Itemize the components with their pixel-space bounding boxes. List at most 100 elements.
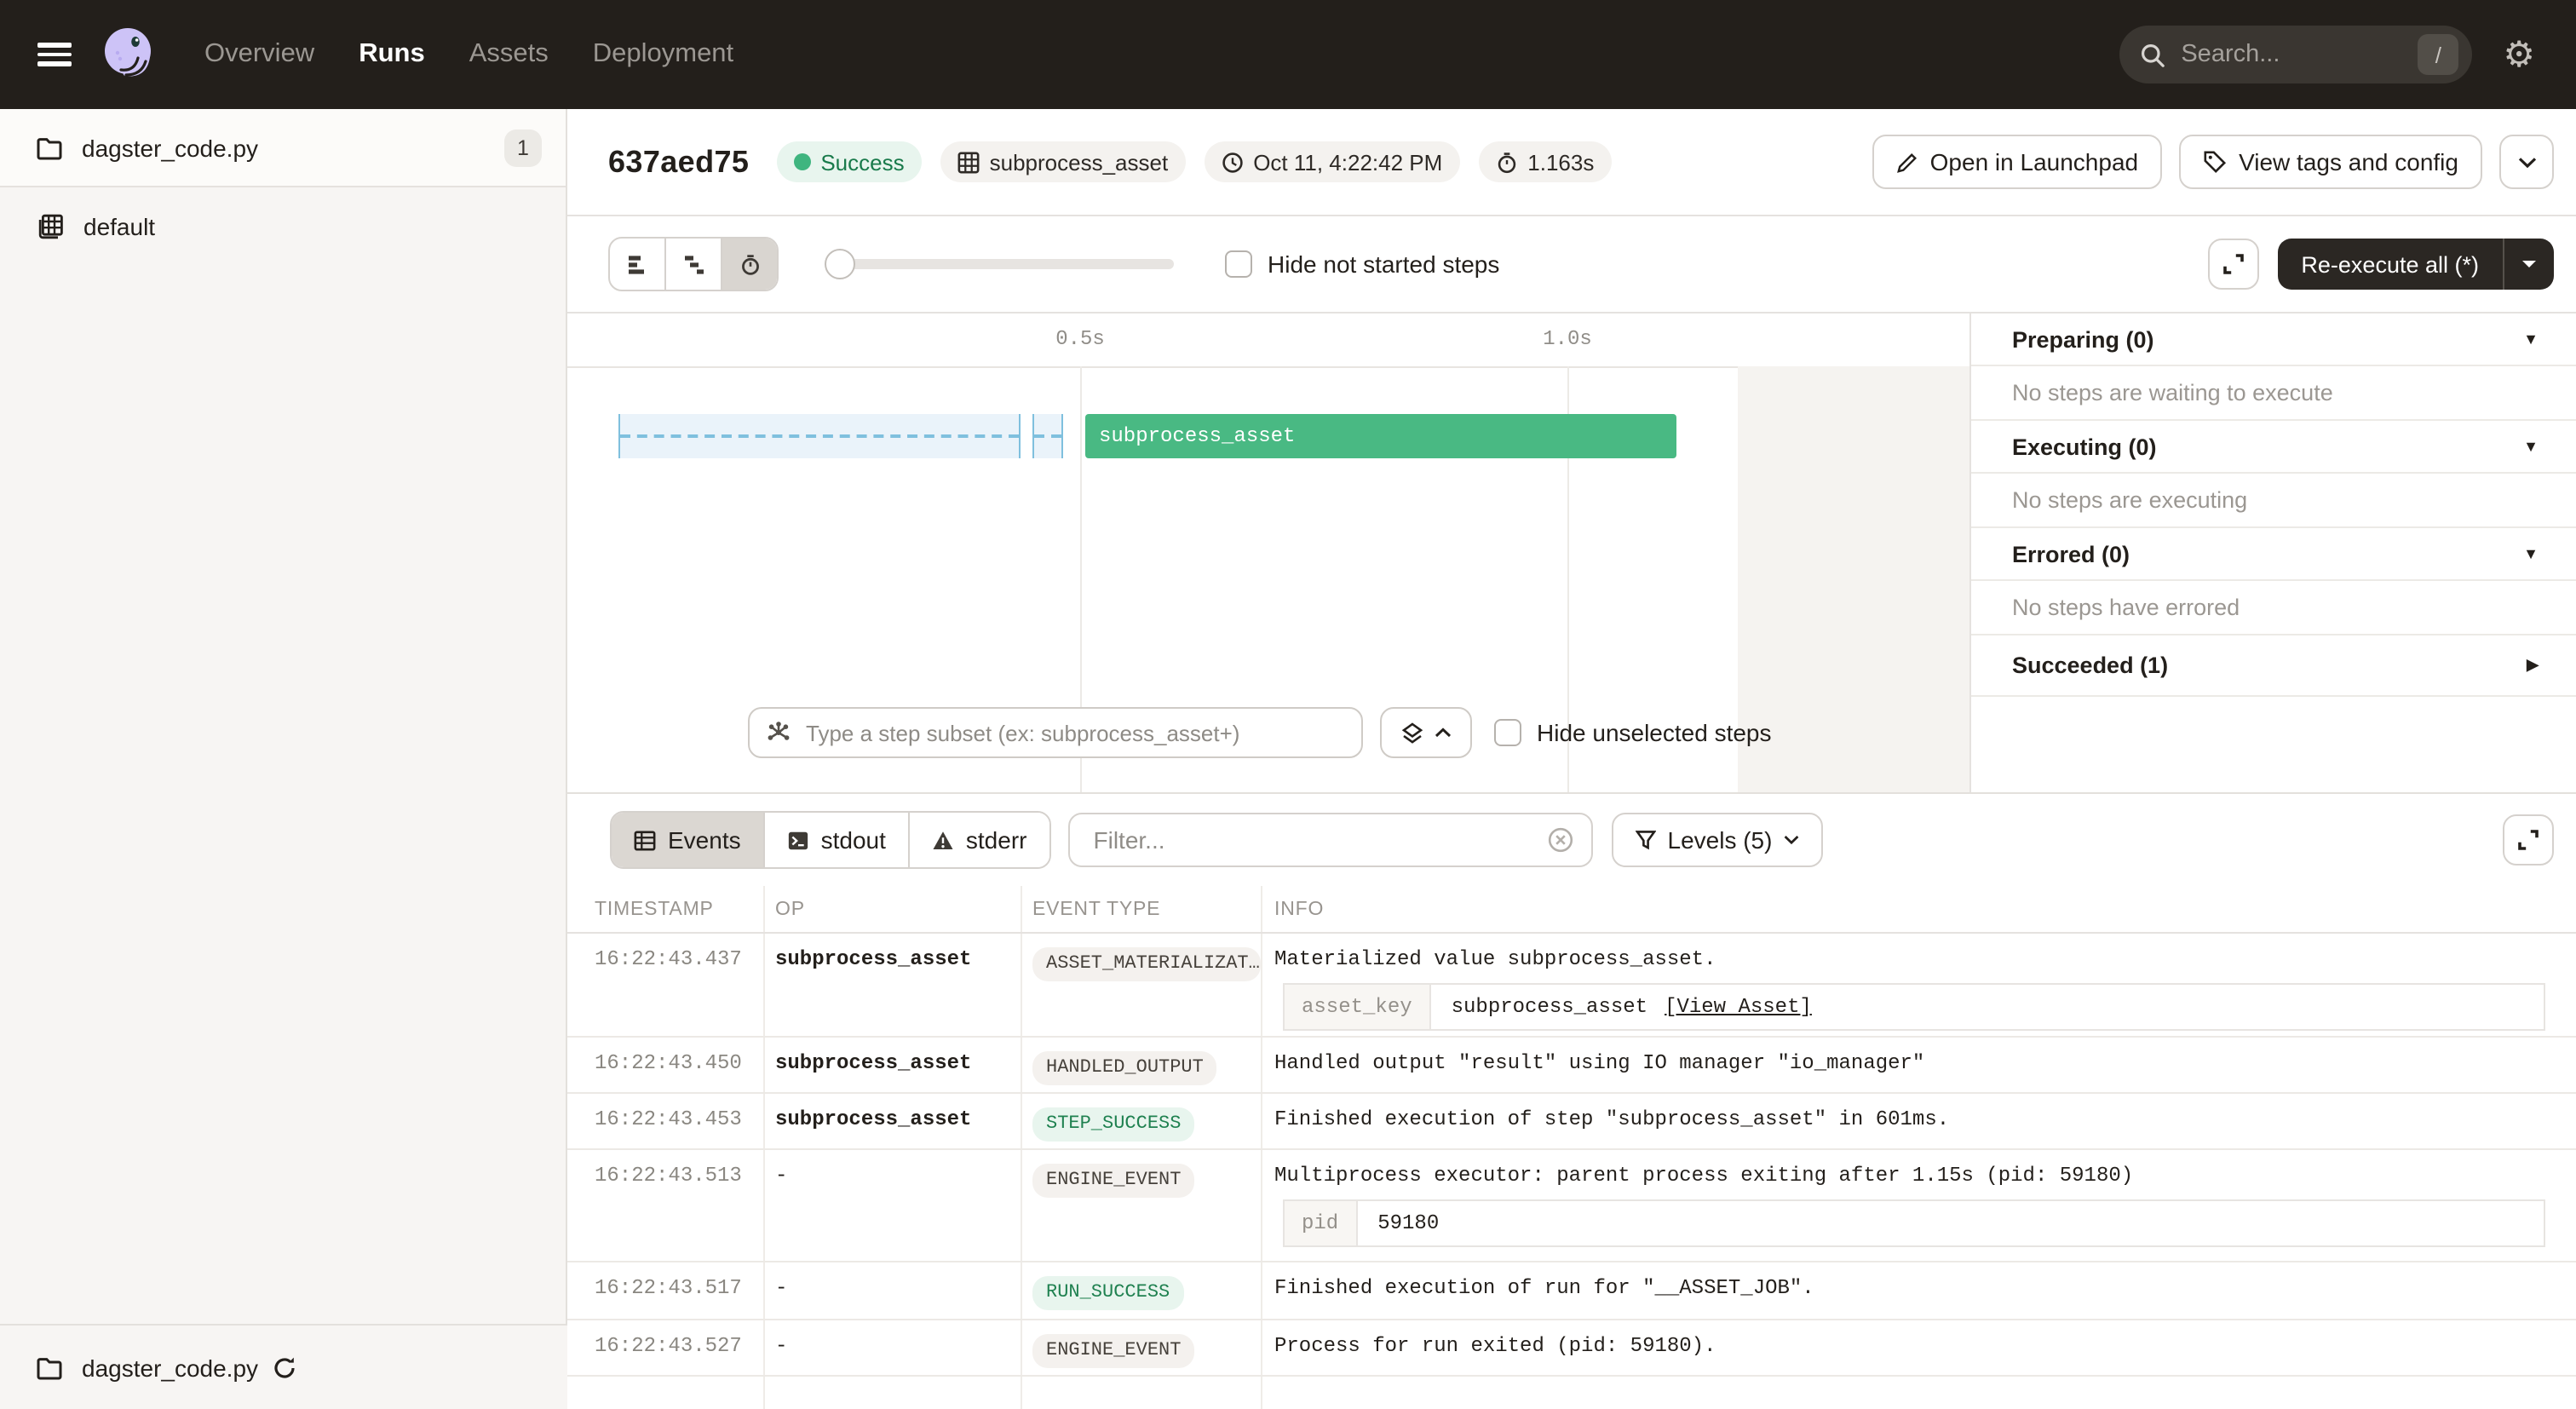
chevron-down-icon <box>1784 835 1799 845</box>
event-type-badge: ENGINE_EVENT <box>1032 1164 1194 1198</box>
layers-icon <box>1401 722 1422 744</box>
event-row[interactable]: 16:22:43.437 subprocess_asset ASSET_MATE… <box>567 934 2576 1038</box>
step-subset-input-wrap <box>748 707 1363 758</box>
top-nav: Overview Runs Assets Deployment Search..… <box>0 0 2576 109</box>
col-op: OP <box>765 886 1022 932</box>
caret-down-icon: ▼ <box>2523 545 2539 562</box>
event-type-badge: RUN_SUCCESS <box>1032 1276 1183 1310</box>
slider-handle[interactable] <box>825 249 855 279</box>
gear-icon[interactable]: ⚙ <box>2503 37 2535 72</box>
sidebar-item-code-location[interactable]: dagster_code.py 1 <box>0 109 566 187</box>
hide-not-started-label: Hide not started steps <box>1268 250 1499 278</box>
dagster-logo[interactable] <box>99 24 160 85</box>
caret-down-icon <box>2521 259 2537 269</box>
levels-filter-button[interactable]: Levels (5) <box>1612 813 1824 867</box>
reexecute-all-button[interactable]: Re-execute all (*) <box>2277 239 2554 290</box>
panel-section-preparing[interactable]: Preparing (0) ▼ <box>1971 313 2576 366</box>
step-subset-input[interactable] <box>802 718 1344 747</box>
pencil-icon <box>1896 151 1918 173</box>
sidebar-item-job-default[interactable]: default <box>0 203 566 250</box>
nav-item-overview[interactable]: Overview <box>204 39 314 70</box>
gantt-step-bar[interactable]: subprocess_asset <box>1085 414 1676 458</box>
event-info-text: Process for run exited (pid: 59180). <box>1262 1320 2576 1375</box>
log-filter-input-wrap <box>1068 813 1593 867</box>
panel-empty-executing: No steps are executing <box>1971 474 2576 528</box>
nav-links: Overview Runs Assets Deployment <box>204 39 733 70</box>
refresh-icon[interactable] <box>272 1355 296 1379</box>
job-icon <box>37 213 65 240</box>
run-count-badge: 1 <box>504 129 542 166</box>
view-tags-config-button[interactable]: View tags and config <box>2179 135 2482 189</box>
tab-events[interactable]: Events <box>612 813 765 867</box>
nav-item-runs[interactable]: Runs <box>359 39 425 70</box>
warning-icon <box>932 829 954 851</box>
search-input[interactable]: Search... / <box>2119 26 2472 83</box>
view-waterfall-icon[interactable] <box>666 239 722 290</box>
expand-icon <box>2516 828 2540 852</box>
panel-section-errored[interactable]: Errored (0) ▼ <box>1971 528 2576 581</box>
log-tabs: Events stdout stderr <box>610 811 1051 869</box>
hide-unselected-checkbox[interactable] <box>1494 719 1521 746</box>
zoom-slider[interactable] <box>825 249 1174 279</box>
panel-section-executing[interactable]: Executing (0) ▼ <box>1971 421 2576 474</box>
gantt-tick-0-5s: 0.5s <box>1055 327 1105 351</box>
view-timed-icon[interactable] <box>722 239 777 290</box>
hamburger-menu-icon[interactable] <box>37 43 72 66</box>
event-row[interactable]: 16:22:43.517 - RUN_SUCCESS Finished exec… <box>567 1262 2576 1320</box>
caret-down-icon: ▼ <box>2523 438 2539 455</box>
tab-stdout[interactable]: stdout <box>765 813 910 867</box>
event-info-text: Multiprocess executor: parent process ex… <box>1274 1164 2576 1188</box>
event-info-text: Finished execution of step "subprocess_a… <box>1262 1094 2576 1148</box>
event-row[interactable]: 16:22:43.527 - ENGINE_EVENT Process for … <box>567 1320 2576 1377</box>
open-in-launchpad-button[interactable]: Open in Launchpad <box>1872 135 2162 189</box>
event-metadata-table: asset_key subprocess_asset[View Asset] <box>1283 983 2545 1031</box>
view-flat-icon[interactable] <box>610 239 666 290</box>
step-subset-row: Hide unselected steps <box>748 707 1772 758</box>
event-row[interactable]: 16:22:43.450 subprocess_asset HANDLED_OU… <box>567 1038 2576 1094</box>
clear-icon[interactable] <box>1547 826 1574 854</box>
start-time-chip: Oct 11, 4:22:42 PM <box>1204 141 1459 182</box>
panel-empty-errored: No steps have errored <box>1971 581 2576 635</box>
events-section: Events stdout stderr <box>567 792 2576 1409</box>
terminal-icon <box>787 829 809 851</box>
footer-location-label: dagster_code.py <box>82 1354 258 1381</box>
gantt-toolbar: Hide not started steps Re-execute all (*… <box>567 216 2576 313</box>
event-info-text: Finished execution of run for "__ASSET_J… <box>1262 1262 2576 1319</box>
event-row[interactable]: 16:22:43.513 - ENGINE_EVENT Multiprocess… <box>567 1150 2576 1262</box>
asset-tag-chip[interactable]: subprocess_asset <box>940 141 1186 182</box>
folder-icon <box>36 135 63 159</box>
run-actions-menu-button[interactable] <box>2499 135 2554 189</box>
caret-up-icon <box>1434 728 1451 738</box>
search-icon <box>2140 42 2165 67</box>
view-asset-link[interactable]: [View Asset] <box>1665 995 1812 1019</box>
status-badge: Success <box>776 141 921 182</box>
folder-icon <box>36 1355 63 1379</box>
log-filter-input[interactable] <box>1090 825 1547 855</box>
caret-down-icon: ▼ <box>2523 331 2539 348</box>
event-row[interactable]: 16:22:43.453 subprocess_asset STEP_SUCCE… <box>567 1094 2576 1150</box>
graph-icon <box>767 721 791 745</box>
event-type-badge: HANDLED_OUTPUT <box>1032 1051 1217 1085</box>
panel-section-succeeded[interactable]: Succeeded (1) ▶ <box>1971 635 2576 697</box>
events-table-header: TIMESTAMP OP EVENT TYPE INFO <box>567 886 2576 934</box>
events-toolbar: Events stdout stderr <box>567 794 2576 886</box>
events-expand-button[interactable] <box>2503 814 2554 866</box>
nav-item-assets[interactable]: Assets <box>469 39 549 70</box>
col-event-type: EVENT TYPE <box>1022 886 1262 932</box>
nav-item-deployment[interactable]: Deployment <box>593 39 733 70</box>
collapse-layers-button[interactable] <box>1380 707 1472 758</box>
tab-stderr[interactable]: stderr <box>910 813 1049 867</box>
run-header: 637aed75 Success subprocess_asset <box>567 109 2576 216</box>
event-type-badge: ASSET_MATERIALIZAT… <box>1032 947 1261 981</box>
hide-not-started-checkbox[interactable] <box>1225 250 1252 278</box>
gantt-chart: 0.5s 1.0s subprocess_asset <box>567 313 1969 792</box>
gantt-waiting-span <box>1032 414 1063 458</box>
gantt-waiting-span <box>618 414 1021 458</box>
gantt-after-run-region <box>1738 366 1969 792</box>
table-icon <box>634 829 656 851</box>
step-status-panel: Preparing (0) ▼ No steps are waiting to … <box>1969 313 2576 792</box>
sidebar-footer: dagster_code.py <box>0 1324 567 1409</box>
reexecute-menu-caret[interactable] <box>2503 239 2554 290</box>
gantt-expand-button[interactable] <box>2207 239 2258 290</box>
dagster-run-page: Overview Runs Assets Deployment Search..… <box>0 0 2576 1409</box>
